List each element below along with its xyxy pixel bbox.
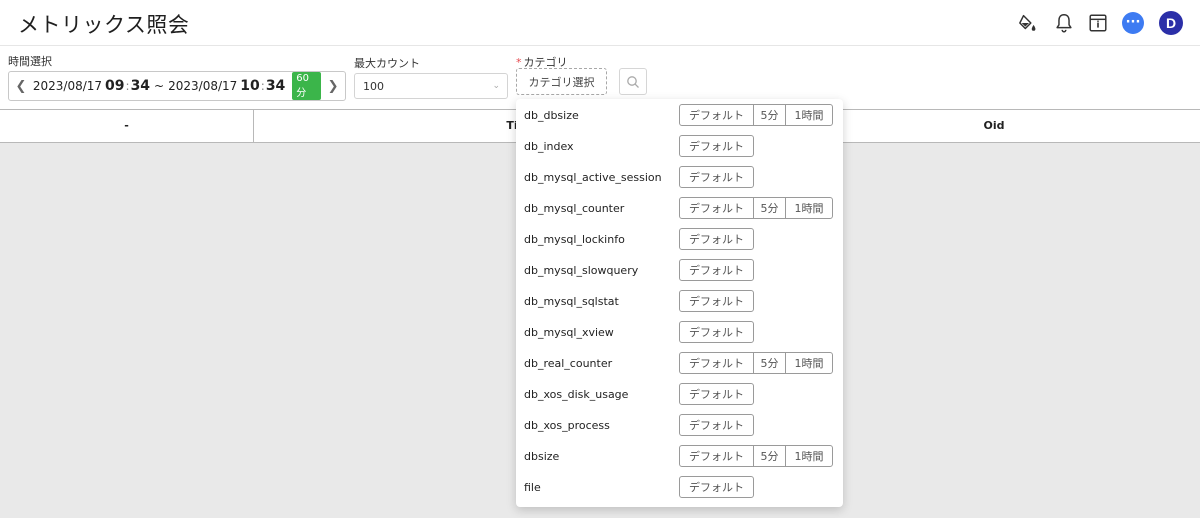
one-hour-interval-tag[interactable]: 1時間 — [785, 197, 833, 219]
app-header: メトリックス照会 ··· D — [0, 0, 1200, 46]
category-item-name: db_dbsize — [524, 109, 579, 122]
duration-badge: 60分 — [292, 72, 322, 100]
category-item-db-real-counter[interactable]: db_real_counter デフォルト 5分 1時間 — [516, 350, 843, 381]
time-to-hour: 10 — [240, 78, 260, 94]
time-from-hour: 09 — [105, 78, 125, 94]
chevron-down-icon: ⌄ — [492, 81, 500, 91]
category-item-db-xos-process[interactable]: db_xos_process デフォルト — [516, 412, 843, 443]
user-avatar[interactable]: D — [1159, 11, 1183, 35]
category-item-name: db_mysql_xview — [524, 326, 614, 339]
category-item-name: db_xos_process — [524, 419, 610, 432]
default-interval-tag[interactable]: デフォルト — [679, 445, 754, 467]
chevron-left-icon[interactable]: ❮ — [9, 79, 33, 94]
default-interval-tag[interactable]: デフォルト — [679, 383, 754, 405]
default-interval-tag[interactable]: デフォルト — [679, 197, 754, 219]
category-item-name: db_index — [524, 140, 574, 153]
time-to-minute: 34 — [265, 78, 286, 94]
one-hour-interval-tag[interactable]: 1時間 — [785, 352, 833, 374]
time-range-picker[interactable]: ❮ 2023/08/17 09:34 ~ 2023/08/17 10:34 60… — [8, 71, 346, 101]
five-minute-interval-tag[interactable]: 5分 — [753, 352, 786, 374]
max-count-value: 100 — [363, 79, 384, 93]
category-item-name: db_real_counter — [524, 357, 613, 370]
interval-tag-group: デフォルト 5分 1時間 — [679, 352, 833, 374]
time-select-label: 時間選択 — [8, 55, 52, 68]
default-interval-tag[interactable]: デフォルト — [679, 104, 754, 126]
column-header: Oid — [983, 119, 1005, 132]
time-from-minute: 34 — [130, 78, 151, 94]
category-select-button[interactable]: カテゴリ選択 — [516, 68, 607, 95]
max-count-select[interactable]: 100 ⌄ — [354, 73, 508, 99]
default-interval-tag[interactable]: デフォルト — [679, 259, 754, 281]
five-minute-interval-tag[interactable]: 5分 — [753, 104, 786, 126]
max-count-label: 最大カウント — [354, 57, 420, 70]
chat-icon[interactable]: ··· — [1122, 12, 1144, 34]
default-interval-tag[interactable]: デフォルト — [679, 321, 754, 343]
default-interval-tag[interactable]: デフォルト — [679, 290, 754, 312]
column-divider — [253, 110, 254, 142]
category-item-db-mysql-counter[interactable]: db_mysql_counter デフォルト 5分 1時間 — [516, 195, 843, 226]
default-interval-tag[interactable]: デフォルト — [679, 228, 754, 250]
category-item-name: db_mysql_counter — [524, 202, 625, 215]
time-separator: ~ — [154, 79, 165, 93]
default-interval-tag[interactable]: デフォルト — [679, 476, 754, 498]
time-from-date: 2023/08/17 — [32, 79, 103, 93]
category-item-db-mysql-sqlstat[interactable]: db_mysql_sqlstat デフォルト — [516, 288, 843, 319]
default-interval-tag[interactable]: デフォルト — [679, 414, 754, 436]
interval-tag-group: デフォルト — [679, 321, 754, 343]
five-minute-interval-tag[interactable]: 5分 — [753, 445, 786, 467]
interval-tag-group: デフォルト — [679, 166, 754, 188]
five-minute-interval-tag[interactable]: 5分 — [753, 197, 786, 219]
category-item-name: db_xos_disk_usage — [524, 388, 629, 401]
category-item-name: db_mysql_slowquery — [524, 264, 639, 277]
category-item-db-index[interactable]: db_index デフォルト — [516, 133, 843, 164]
interval-tag-group: デフォルト — [679, 383, 754, 405]
page-title: メトリックス照会 — [18, 13, 190, 37]
category-item-db-mysql-xview[interactable]: db_mysql_xview デフォルト — [516, 319, 843, 350]
category-item-db-mysql-slowquery[interactable]: db_mysql_slowquery デフォルト — [516, 257, 843, 288]
interval-tag-group: デフォルト 5分 1時間 — [679, 104, 833, 126]
category-item-dbsize[interactable]: dbsize デフォルト 5分 1時間 — [516, 443, 843, 474]
category-item-name: db_mysql_sqlstat — [524, 295, 619, 308]
default-interval-tag[interactable]: デフォルト — [679, 352, 754, 374]
one-hour-interval-tag[interactable]: 1時間 — [785, 104, 833, 126]
chevron-right-icon[interactable]: ❯ — [321, 79, 345, 94]
window-info-icon[interactable] — [1086, 11, 1110, 35]
category-item-db-xos-disk-usage[interactable]: db_xos_disk_usage デフォルト — [516, 381, 843, 412]
one-hour-interval-tag[interactable]: 1時間 — [785, 445, 833, 467]
category-item-file[interactable]: file デフォルト — [516, 474, 843, 505]
paint-bucket-icon[interactable] — [1017, 11, 1041, 35]
interval-tag-group: デフォルト — [679, 259, 754, 281]
category-dropdown: db_dbsize デフォルト 5分 1時間 db_index デフォルト db_mysql… — [516, 99, 843, 507]
bell-icon[interactable] — [1052, 11, 1076, 35]
interval-tag-group: デフォルト — [679, 414, 754, 436]
category-item-name: dbsize — [524, 450, 560, 463]
category-item-db-mysql-active-session[interactable]: db_mysql_active_session デフォルト — [516, 164, 843, 195]
interval-tag-group: デフォルト — [679, 476, 754, 498]
interval-tag-group: デフォルト 5分 1時間 — [679, 197, 833, 219]
category-item-name: db_mysql_active_session — [524, 171, 662, 184]
category-item-db-dbsize[interactable]: db_dbsize デフォルト 5分 1時間 — [516, 102, 843, 133]
interval-tag-group: デフォルト — [679, 228, 754, 250]
search-button[interactable] — [619, 68, 647, 95]
category-item-db-mysql-lockinfo[interactable]: db_mysql_lockinfo デフォルト — [516, 226, 843, 257]
time-to-date: 2023/08/17 — [168, 79, 238, 93]
interval-tag-group: デフォルト — [679, 290, 754, 312]
search-icon — [627, 75, 639, 88]
category-item-name: file — [524, 481, 541, 494]
default-interval-tag[interactable]: デフォルト — [679, 166, 754, 188]
column-header: - — [124, 119, 129, 132]
category-item-name: db_mysql_lockinfo — [524, 233, 625, 246]
default-interval-tag[interactable]: デフォルト — [679, 135, 754, 157]
interval-tag-group: デフォルト — [679, 135, 754, 157]
interval-tag-group: デフォルト 5分 1時間 — [679, 445, 833, 467]
